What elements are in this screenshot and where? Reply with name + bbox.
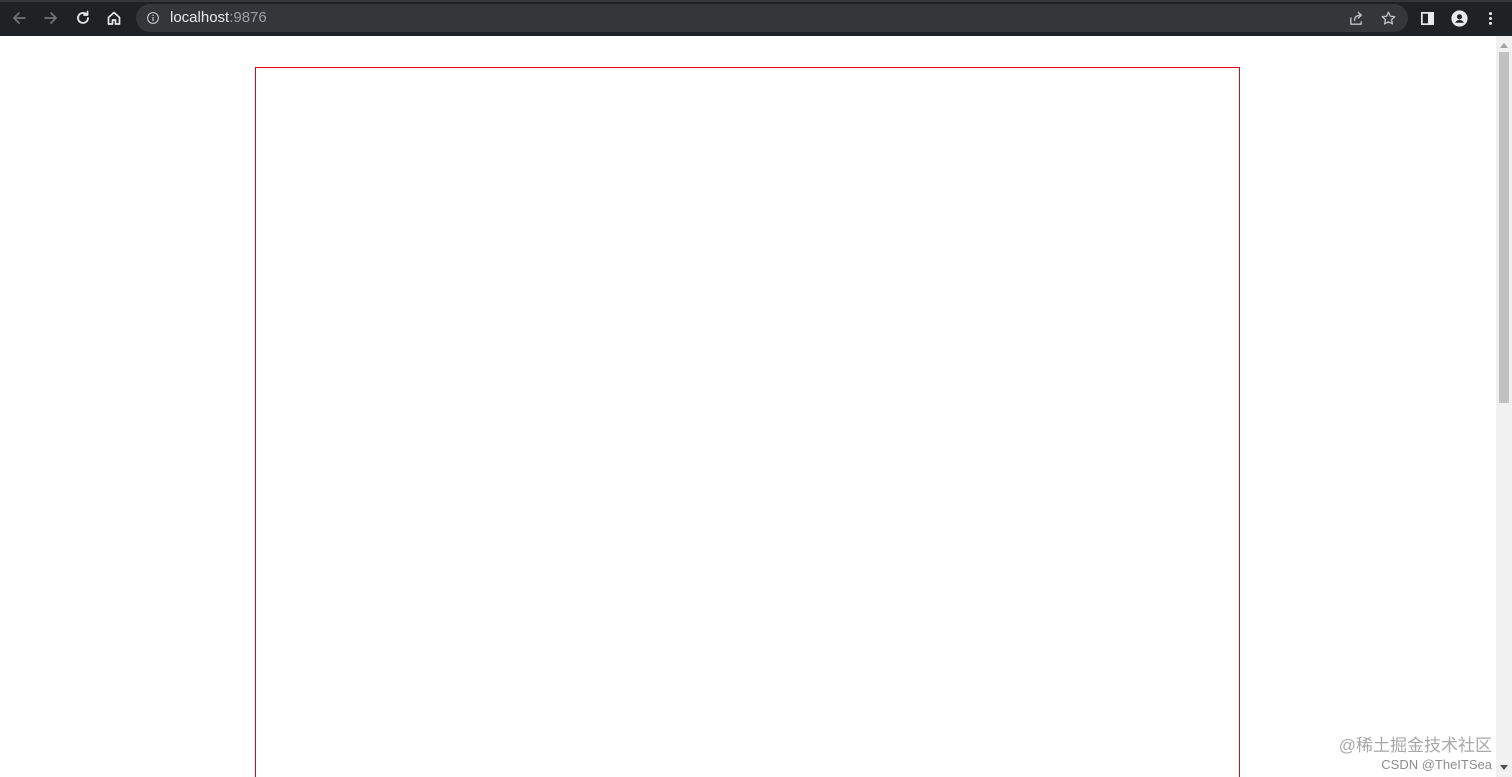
url-host: localhost (170, 9, 230, 26)
kebab-menu-icon (1482, 10, 1499, 27)
bookmark-button[interactable] (1375, 5, 1401, 31)
back-arrow-icon (10, 9, 28, 27)
star-icon (1380, 10, 1397, 27)
browser-menu-button[interactable] (1477, 5, 1503, 31)
share-button[interactable] (1343, 5, 1369, 31)
forward-button[interactable] (38, 5, 64, 31)
browser-toolbar: localhost:9876 (0, 0, 1512, 36)
toolbar-top-edge (0, 0, 1512, 2)
url-text[interactable]: localhost:9876 (170, 4, 267, 32)
scrollbar-thumb[interactable] (1499, 52, 1509, 403)
home-button[interactable] (101, 5, 127, 31)
profile-button[interactable] (1446, 5, 1472, 31)
bordered-container (255, 67, 1240, 777)
forward-arrow-icon (42, 9, 60, 27)
url-port: :9876 (229, 9, 267, 26)
share-icon (1348, 10, 1365, 27)
side-panel-icon (1419, 10, 1436, 27)
address-bar[interactable]: localhost:9876 (136, 4, 1408, 32)
scroll-up-arrow-icon[interactable] (1496, 38, 1512, 52)
info-icon[interactable] (145, 10, 161, 26)
scroll-down-arrow-icon[interactable] (1496, 761, 1512, 775)
reload-icon (74, 9, 92, 27)
reload-button[interactable] (70, 5, 96, 31)
back-button[interactable] (6, 5, 32, 31)
vertical-scrollbar[interactable] (1496, 36, 1512, 777)
home-icon (105, 9, 123, 27)
side-panel-button[interactable] (1414, 5, 1440, 31)
page-viewport (0, 36, 1496, 777)
profile-icon (1450, 9, 1468, 27)
